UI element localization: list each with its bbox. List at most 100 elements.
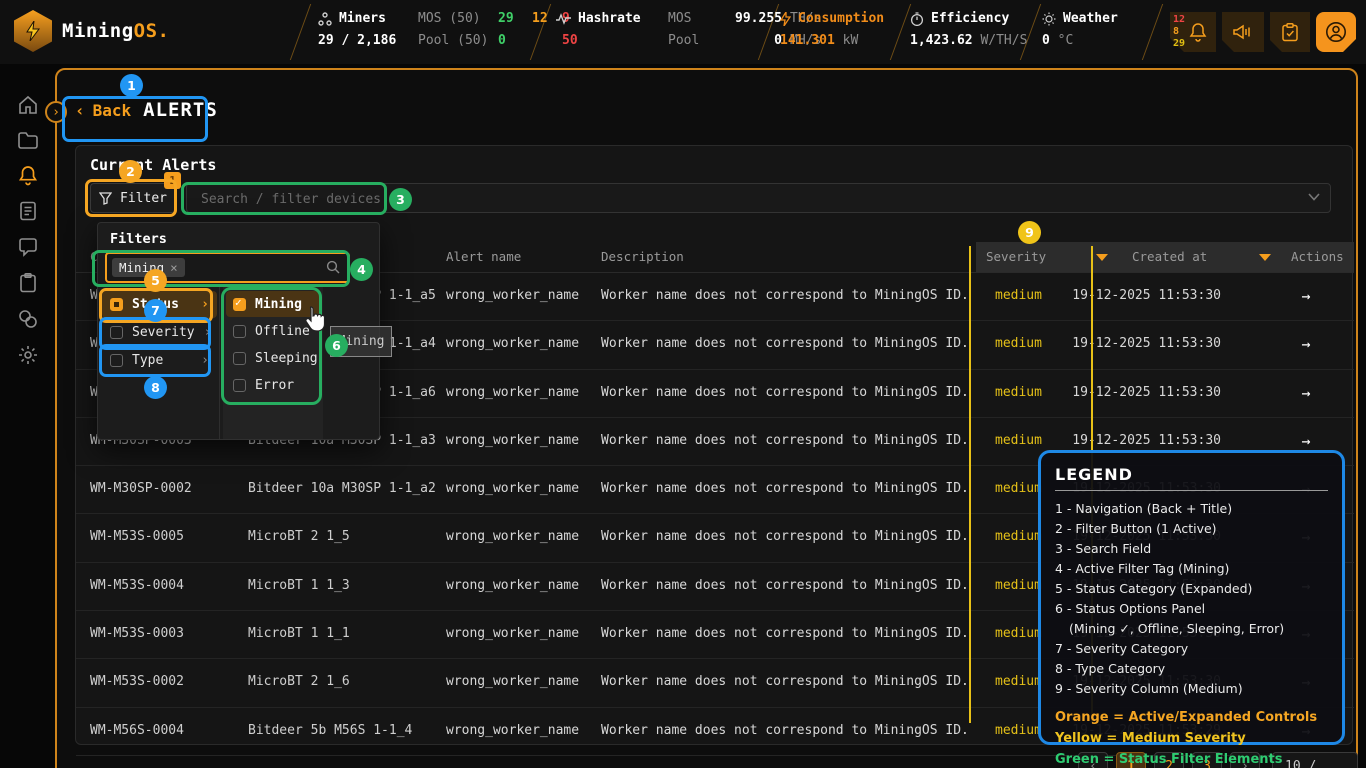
status-option-error[interactable]: Error (226, 372, 320, 398)
row-action-arrow-icon[interactable]: → (1286, 432, 1326, 450)
user-icon (1325, 21, 1347, 43)
hand-cursor (303, 306, 325, 332)
sidebar-item-reports[interactable] (17, 200, 39, 222)
cell-comb-name: WM-M30SP-0002 (90, 481, 192, 496)
annotation-badge-5: 5 (144, 269, 167, 292)
legend-item: (Mining ✓, Offline, Sleeping, Error) (1055, 619, 1328, 639)
legend-color-key: Yellow = Medium Severity (1055, 728, 1328, 749)
weather-icon (1042, 12, 1056, 26)
tasks-button[interactable]: 8 (1270, 12, 1310, 52)
sidebar-collapse-toggle[interactable]: › (45, 101, 67, 123)
consumption-value: 141.301 (780, 33, 835, 48)
filters-panel-title: Filters (110, 231, 167, 247)
sidebar-item-tokens[interactable] (17, 308, 39, 330)
col-description[interactable]: Description (601, 249, 684, 264)
row-action-arrow-icon[interactable]: → (1286, 384, 1326, 402)
option-checkbox[interactable] (233, 298, 246, 311)
logo-bolt-icon (14, 10, 52, 52)
search-input[interactable] (199, 184, 1203, 214)
legend-item: 8 - Type Category (1055, 659, 1328, 679)
legend-item: 5 - Status Category (Expanded) (1055, 579, 1328, 599)
sidebar-item-tasks[interactable] (17, 272, 39, 294)
document-icon (17, 200, 39, 222)
created-sort-icon[interactable] (1259, 254, 1271, 261)
notification-badge: 12 (1173, 14, 1185, 26)
remove-tag-icon[interactable]: × (170, 260, 178, 275)
page-title: ALERTS (143, 99, 218, 121)
filter-button[interactable]: Filter (90, 183, 176, 213)
sidebar-item-messages[interactable] (17, 236, 39, 258)
cell-alert-name: wrong_worker_name (446, 433, 579, 448)
search-field (186, 183, 1331, 213)
sidebar-item-devices[interactable] (17, 129, 39, 151)
announcements-button[interactable] (1222, 12, 1264, 52)
col-actions: Actions (1291, 249, 1344, 264)
notification-badges: 12829 (1173, 14, 1185, 50)
category-checkbox[interactable] (110, 354, 123, 367)
cell-alert-name: wrong_worker_name (446, 626, 579, 641)
row-action-arrow-icon[interactable]: → (1286, 335, 1326, 353)
cell-created-at: 19-12-2025 11:53:30 (1061, 385, 1221, 400)
sidebar (0, 64, 55, 768)
cell-severity: medium (995, 626, 1042, 641)
cell-comb-name: WM-M53S-0004 (90, 578, 184, 593)
category-checkbox[interactable] (110, 326, 123, 339)
efficiency-stat-group: Efficiency 1,423.62 W/TH/S (910, 11, 1027, 48)
legend-color-key: Orange = Active/Expanded Controls (1055, 707, 1328, 728)
folder-icon (17, 129, 39, 151)
option-checkbox[interactable] (233, 352, 246, 365)
col-created-at[interactable]: Created at (1132, 249, 1207, 264)
option-checkbox[interactable] (233, 379, 246, 392)
legend-item: 9 - Severity Column (Medium) (1055, 679, 1328, 699)
category-checkbox[interactable] (110, 298, 123, 311)
logo-text: MiningOS. (62, 20, 169, 42)
legend-divider (1055, 490, 1328, 491)
divider (1142, 4, 1163, 60)
status-option-sleeping[interactable]: Sleeping (226, 345, 320, 371)
row-action-arrow-icon[interactable]: → (1286, 287, 1326, 305)
back-chevron-icon: ‹ (75, 101, 85, 120)
hashrate-icon (556, 13, 571, 25)
cell-alert-name: wrong_worker_name (446, 336, 579, 351)
annotation-badge-4: 4 (350, 258, 373, 281)
cell-name: MicroBT 2 1_6 (248, 674, 350, 689)
chevron-down-icon[interactable] (1308, 193, 1320, 201)
col-alert-name[interactable]: Alert name (446, 249, 521, 264)
account-button[interactable] (1316, 12, 1356, 52)
severity-sort-icon[interactable] (1096, 254, 1108, 261)
category-label: Type (132, 353, 163, 368)
col-severity[interactable]: Severity (986, 249, 1046, 264)
bell-icon (17, 164, 39, 186)
cell-name: MicroBT 1 1_1 (248, 626, 350, 641)
notification-badge: 8 (1173, 26, 1185, 38)
cell-created-at: 19-12-2025 11:53:30 (1061, 288, 1221, 303)
annotation-badge-2: 2 (119, 160, 142, 183)
cell-name: Bitdeer 10a M30SP 1-1_a2 (248, 481, 436, 496)
filter-count-badge: 1 (164, 172, 181, 189)
back-button[interactable]: ‹Back (75, 101, 131, 120)
notification-badge: 29 (1173, 38, 1185, 50)
option-checkbox[interactable] (233, 325, 246, 338)
cell-alert-name: wrong_worker_name (446, 578, 579, 593)
severity-column-highlight-left (969, 246, 971, 723)
cell-severity: medium (995, 288, 1042, 303)
weather-stat-group: Weather 0 °C (1042, 11, 1118, 48)
sidebar-item-settings[interactable] (17, 344, 39, 366)
cell-description: Worker name does not correspond to Minin… (601, 578, 969, 593)
filter-category-type[interactable]: Type› (102, 347, 217, 374)
sidebar-item-home[interactable] (17, 94, 39, 116)
sidebar-item-alerts[interactable] (17, 164, 39, 186)
legend-item: 3 - Search Field (1055, 539, 1328, 559)
top-stats-bar: MiningOS. Miners MOS (50) 29 12 9 29 / 2… (0, 0, 1366, 64)
filter-tag-input[interactable]: Mining × (105, 252, 350, 283)
hashrate-mos-value: 99.255 (716, 11, 782, 26)
legend-item: 4 - Active Filter Tag (Mining) (1055, 559, 1328, 579)
divider (890, 4, 911, 60)
option-label: Sleeping (255, 351, 318, 366)
cell-severity: medium (995, 529, 1042, 544)
filter-category-severity[interactable]: Severity› (102, 319, 217, 346)
search-icon (326, 260, 340, 274)
pool-ok-count: 0 (498, 33, 532, 48)
app-logo[interactable]: MiningOS. (14, 10, 169, 52)
chevron-right-icon: › (201, 297, 209, 312)
